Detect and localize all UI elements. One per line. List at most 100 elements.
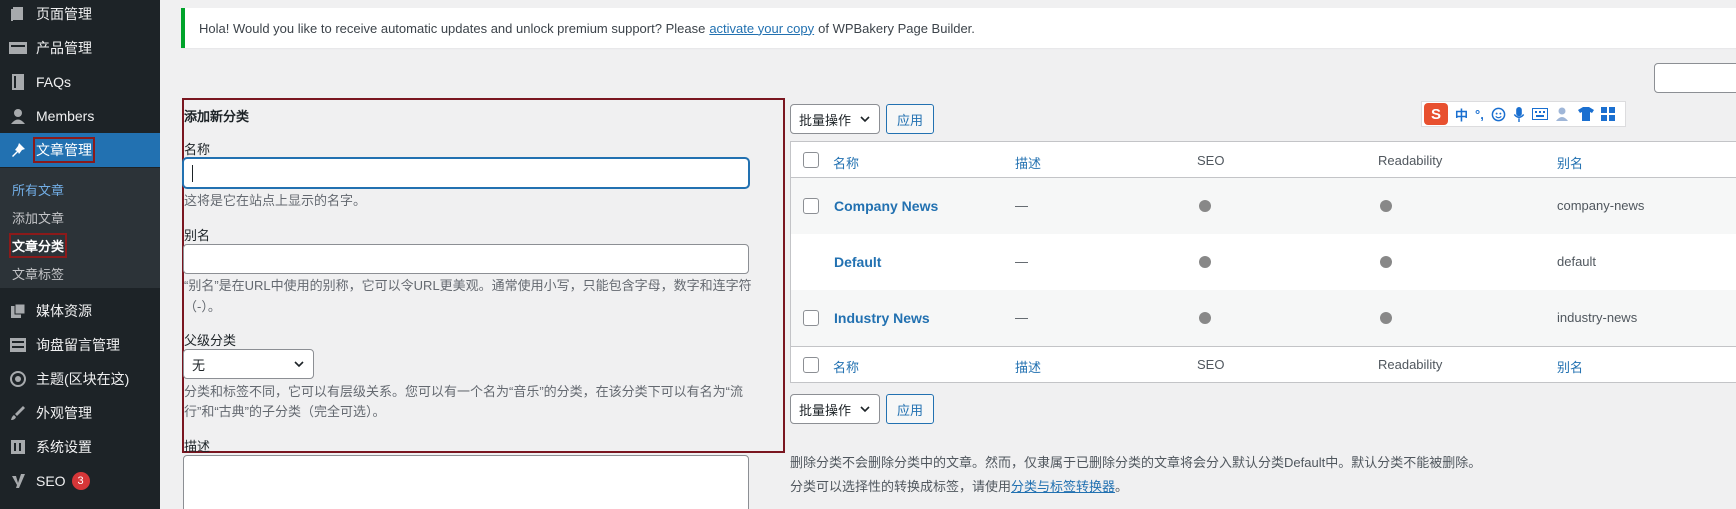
wpbakery-notice: Hola! Would you like to receive automati… bbox=[181, 8, 1736, 48]
column-name[interactable]: 名称 bbox=[833, 153, 859, 172]
menu-products[interactable]: 产品管理 bbox=[0, 31, 160, 65]
search-input[interactable] bbox=[1654, 63, 1736, 93]
sogou-logo-icon: S bbox=[1424, 103, 1448, 125]
products-icon bbox=[8, 38, 28, 58]
emoji-icon[interactable] bbox=[1491, 107, 1506, 122]
table-header: 名称 描述 SEO Readability 别名 bbox=[791, 142, 1736, 178]
submenu-all-posts[interactable]: 所有文章 bbox=[12, 180, 64, 199]
name-label: 名称 bbox=[184, 142, 211, 157]
bulk-actions-label-top: 批量操作 bbox=[799, 112, 852, 128]
table-row: Default — default bbox=[791, 234, 1736, 290]
menu-inquiries[interactable]: 询盘留言管理 bbox=[0, 328, 160, 362]
chevron-down-icon bbox=[860, 116, 870, 123]
parent-select-value: 无 bbox=[192, 357, 206, 373]
theme-icon bbox=[8, 369, 28, 389]
column-slug-footer[interactable]: 别名 bbox=[1557, 357, 1583, 376]
menu-members[interactable]: Members bbox=[0, 99, 160, 133]
bulk-actions-select-bottom[interactable]: 批量操作 bbox=[790, 394, 880, 424]
seo-score-dot bbox=[1199, 312, 1211, 324]
column-seo: SEO bbox=[1197, 153, 1225, 168]
readability-score-dot bbox=[1380, 200, 1392, 212]
activate-copy-link[interactable]: activate your copy bbox=[709, 21, 814, 36]
converter-note-before: 分类可以选择性的转换成标签，请使用 bbox=[790, 479, 1012, 494]
menu-seo[interactable]: SEO 3 bbox=[0, 464, 160, 498]
menu-seo-label: SEO bbox=[36, 473, 66, 489]
yoast-icon bbox=[8, 471, 28, 491]
menu-pages[interactable]: 页面管理 bbox=[0, 0, 160, 31]
column-description[interactable]: 描述 bbox=[1015, 153, 1041, 172]
column-seo-footer: SEO bbox=[1197, 357, 1225, 372]
bulk-actions-select-top[interactable]: 批量操作 bbox=[790, 104, 880, 134]
bulk-actions-label-bottom: 批量操作 bbox=[799, 402, 852, 418]
submenu-categories[interactable]: 文章分类 bbox=[8, 233, 68, 258]
menu-theme-label: 主题(区块在这) bbox=[36, 371, 130, 387]
description-label: 描述 bbox=[184, 439, 211, 454]
apply-button-top[interactable]: 应用 bbox=[886, 104, 934, 134]
name-input[interactable] bbox=[183, 158, 749, 188]
category-description: — bbox=[1015, 254, 1028, 269]
table-footer: 名称 描述 SEO Readability 别名 bbox=[791, 346, 1736, 382]
microphone-icon[interactable] bbox=[1513, 106, 1525, 122]
chevron-down-icon bbox=[860, 406, 870, 413]
parent-hint-line1: 分类和标签不同，它可以有层级关系。您可以有一个名为“音乐”的分类，在该分类下可以… bbox=[184, 384, 743, 399]
user-settings-icon[interactable] bbox=[1555, 106, 1571, 122]
menu-appearance[interactable]: 外观管理 bbox=[0, 396, 160, 430]
table-row: Company News — company-news bbox=[791, 178, 1736, 234]
select-all-checkbox[interactable] bbox=[803, 152, 819, 168]
submenu-add-post[interactable]: 添加文章 bbox=[12, 208, 64, 227]
category-name-link[interactable]: Default bbox=[834, 254, 881, 270]
converter-note-after: 。 bbox=[1115, 479, 1129, 494]
table-row: Industry News — industry-news bbox=[791, 290, 1736, 346]
ime-chinese-mode[interactable]: 中 bbox=[1455, 105, 1468, 124]
menu-theme[interactable]: 主题(区块在这) bbox=[0, 362, 160, 396]
category-tag-converter-link[interactable]: 分类与标签转换器 bbox=[1011, 479, 1115, 494]
menu-inquiries-label: 询盘留言管理 bbox=[36, 337, 120, 353]
category-description: — bbox=[1015, 198, 1028, 213]
row-checkbox[interactable] bbox=[803, 310, 819, 326]
category-slug: company-news bbox=[1557, 198, 1645, 213]
text-caret bbox=[192, 165, 193, 182]
slug-input[interactable] bbox=[183, 244, 749, 274]
apply-button-bottom[interactable]: 应用 bbox=[886, 394, 934, 424]
column-readability: Readability bbox=[1378, 153, 1443, 168]
row-checkbox[interactable] bbox=[803, 198, 819, 214]
menu-posts-label: 文章管理 bbox=[33, 137, 95, 163]
converter-note: 分类可以选择性的转换成标签，请使用分类与标签转换器。 bbox=[790, 476, 1128, 495]
menu-posts[interactable]: 文章管理 bbox=[0, 133, 160, 167]
menu-settings[interactable]: 系统设置 bbox=[0, 430, 160, 464]
brush-icon bbox=[8, 403, 28, 423]
description-textarea[interactable] bbox=[183, 455, 749, 509]
menu-members-label: Members bbox=[36, 108, 95, 124]
readability-score-dot bbox=[1380, 312, 1392, 324]
parent-label: 父级分类 bbox=[184, 333, 237, 348]
column-description-footer[interactable]: 描述 bbox=[1015, 357, 1041, 376]
parent-select[interactable]: 无 bbox=[183, 349, 314, 379]
slug-hint-line1: “别名”是在URL中使用的别称，它可以令URL更美观。通常使用小写，只能包含字母… bbox=[184, 278, 752, 293]
category-name-link[interactable]: Industry News bbox=[834, 310, 930, 326]
submenu-tags[interactable]: 文章标签 bbox=[12, 264, 64, 283]
chevron-down-icon bbox=[294, 361, 304, 368]
menu-appearance-label: 外观管理 bbox=[36, 405, 92, 421]
notice-text-after: of WPBakery Page Builder. bbox=[818, 20, 975, 36]
category-name-link[interactable]: Company News bbox=[834, 198, 938, 214]
seo-score-dot bbox=[1199, 200, 1211, 212]
slug-label: 别名 bbox=[184, 228, 211, 243]
toolbox-grid-icon[interactable] bbox=[1600, 107, 1615, 121]
name-hint: 这将是它在站点上显示的名字。 bbox=[184, 193, 367, 208]
skin-shirt-icon[interactable] bbox=[1577, 107, 1594, 121]
posts-submenu: 所有文章 添加文章 文章分类 文章标签 bbox=[0, 168, 160, 288]
add-category-title: 添加新分类 bbox=[184, 109, 250, 124]
menu-media-label: 媒体资源 bbox=[36, 303, 92, 319]
select-all-checkbox-footer[interactable] bbox=[803, 357, 819, 373]
column-slug[interactable]: 别名 bbox=[1557, 153, 1583, 172]
delete-category-note: 删除分类不会删除分类中的文章。然而，仅隶属于已删除分类的文章将会分入默认分类De… bbox=[790, 455, 1482, 470]
ime-punctuation[interactable]: °, bbox=[1475, 107, 1484, 122]
pin-icon bbox=[8, 140, 28, 160]
menu-products-label: 产品管理 bbox=[36, 40, 92, 56]
menu-media[interactable]: 媒体资源 bbox=[0, 294, 160, 328]
ime-toolbar[interactable]: S 中 °, bbox=[1421, 101, 1626, 127]
column-name-footer[interactable]: 名称 bbox=[833, 357, 859, 376]
admin-sidebar: 页面管理 产品管理 FAQs Members 文章管理 所有文章 添加文章 文章… bbox=[0, 0, 160, 509]
keyboard-icon[interactable] bbox=[1531, 108, 1548, 120]
menu-faqs[interactable]: FAQs bbox=[0, 65, 160, 99]
